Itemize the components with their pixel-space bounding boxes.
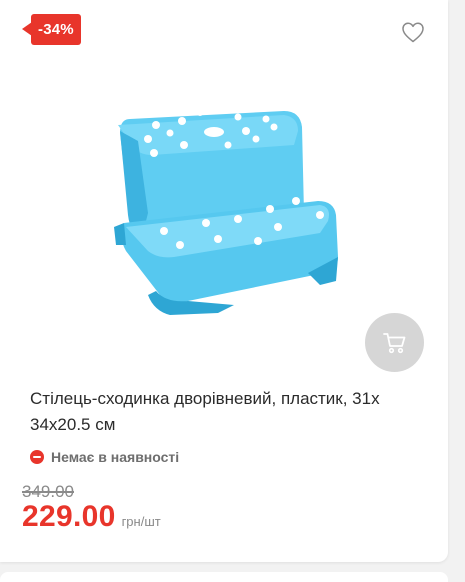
new-price: 229.00 bbox=[22, 500, 116, 533]
heart-outline-icon[interactable] bbox=[401, 21, 425, 43]
product-card[interactable]: -34% Стілець-сходинка дворівневий, пласт… bbox=[0, 0, 448, 562]
stock-status: Немає в наявності bbox=[30, 447, 179, 467]
cart-icon bbox=[382, 332, 405, 353]
product-image[interactable] bbox=[108, 105, 344, 327]
add-to-cart-button[interactable] bbox=[365, 313, 424, 372]
product-title[interactable]: Стілець-сходинка дворівневий, пластик, 3… bbox=[30, 386, 430, 438]
price-row: 229.00 грн/шт bbox=[22, 500, 161, 534]
discount-badge: -34% bbox=[22, 14, 81, 45]
old-price: 349.00 bbox=[22, 482, 74, 501]
next-product-card-edge bbox=[0, 572, 448, 582]
price-unit: грн/шт bbox=[121, 514, 161, 529]
minus-circle-icon bbox=[30, 450, 44, 464]
stock-status-label: Немає в наявності bbox=[51, 449, 180, 465]
